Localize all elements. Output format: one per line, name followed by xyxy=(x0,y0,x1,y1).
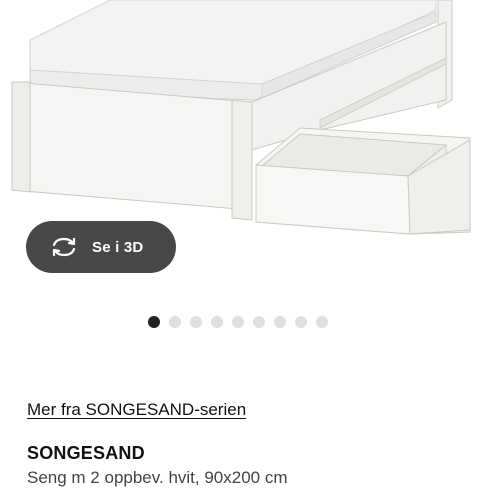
carousel-dot-7[interactable] xyxy=(274,316,286,328)
carousel-dot-3[interactable] xyxy=(190,316,202,328)
view-in-3d-button[interactable]: Se i 3D xyxy=(26,221,176,273)
carousel-dot-4[interactable] xyxy=(211,316,223,328)
carousel-dot-6[interactable] xyxy=(253,316,265,328)
carousel-dot-5[interactable] xyxy=(232,316,244,328)
product-name: SONGESAND xyxy=(27,443,145,463)
image-carousel-indicator xyxy=(148,316,328,328)
rotate-3d-icon xyxy=(52,237,76,257)
carousel-dot-1[interactable] xyxy=(148,316,160,328)
carousel-dot-2[interactable] xyxy=(169,316,181,328)
carousel-dot-8[interactable] xyxy=(295,316,307,328)
product-description: Seng m 2 oppbev. hvit, 90x200 cm xyxy=(27,468,288,487)
view-in-3d-label: Se i 3D xyxy=(92,238,144,256)
series-link[interactable]: Mer fra SONGESAND-serien xyxy=(27,400,246,420)
carousel-dot-9[interactable] xyxy=(316,316,328,328)
